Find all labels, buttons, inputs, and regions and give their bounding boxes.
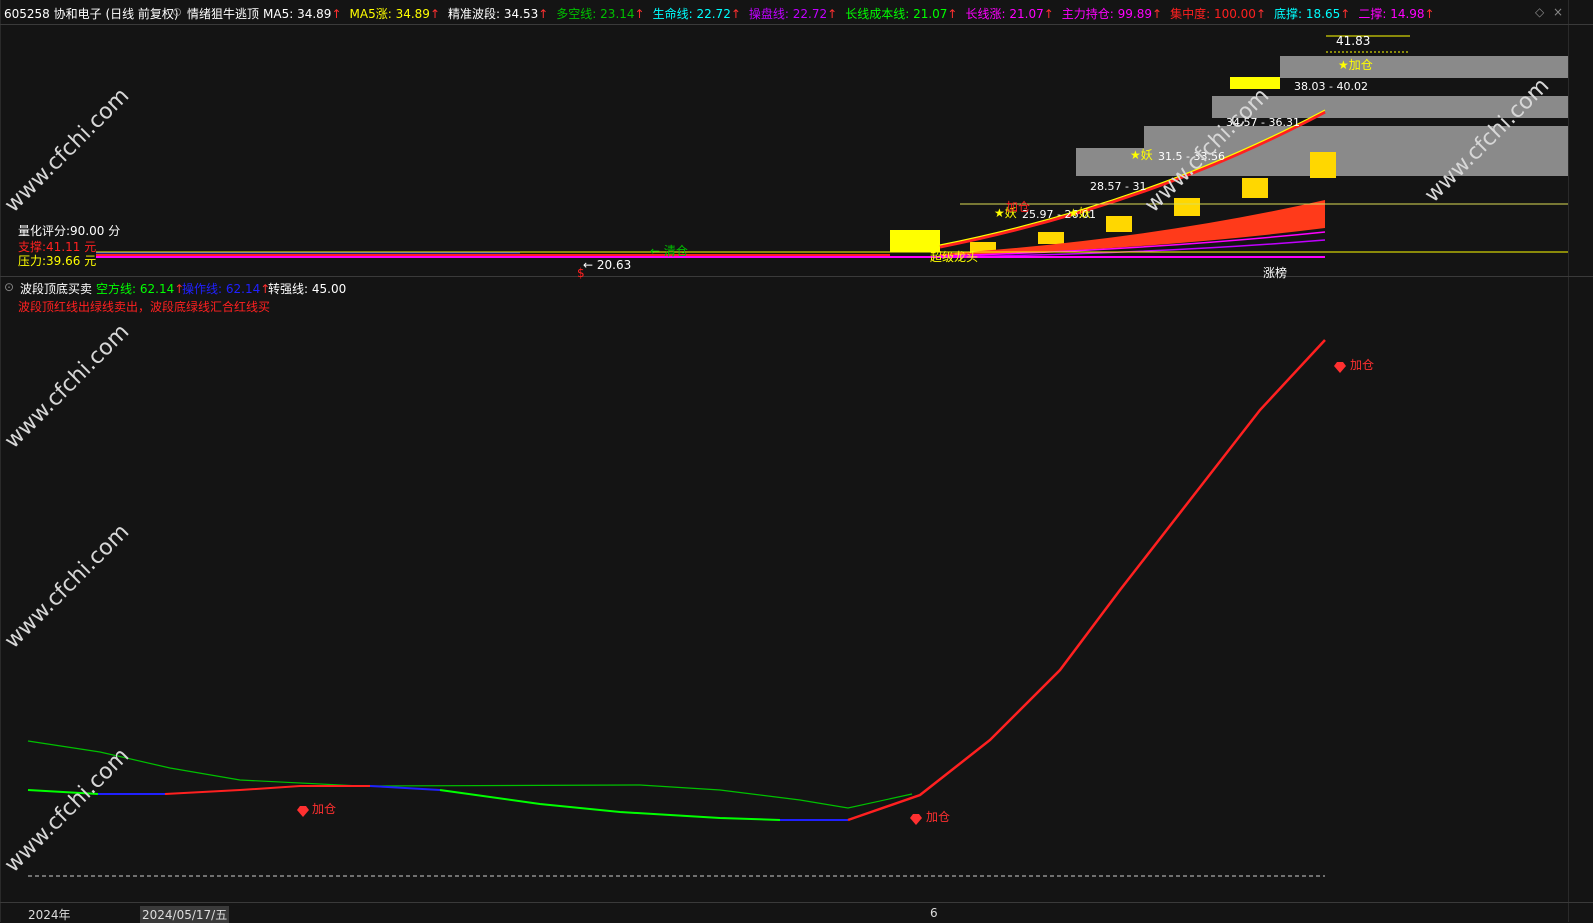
caozuo-line xyxy=(369,785,441,791)
jiacang-marker: 加仓 xyxy=(926,810,951,824)
caozuo-line xyxy=(847,339,1326,822)
kongfang-value: 空方线: 62.14↑ xyxy=(96,282,185,296)
date-cursor[interactable]: 2024/05/17/五 xyxy=(140,906,230,923)
month-label: 6 xyxy=(930,906,938,920)
kongfang-line xyxy=(27,740,913,809)
sub-note: 波段顶红线出绿线卖出，波段底绿线汇合红线买 xyxy=(18,300,271,314)
date-axis: 2024年 2024/05/17/五 6 xyxy=(0,902,1593,923)
caozuo-value: 操作线: 62.14↑ xyxy=(182,282,271,296)
year-label: 2024年 xyxy=(28,908,71,922)
yao-tag: ★妖 xyxy=(1130,148,1153,162)
chart-canvas xyxy=(27,35,1568,877)
jiacang-tag: 加仓 xyxy=(1006,200,1031,214)
signal-bar xyxy=(1242,178,1268,198)
range-label: 38.03 - 40.02 xyxy=(1294,80,1368,93)
pressure-label: 压力:39.66 元 xyxy=(18,254,97,268)
score-label: 量化评分:90.00 分 xyxy=(18,224,121,238)
caozuo-line xyxy=(164,785,370,795)
resistance-box xyxy=(1280,56,1568,78)
jiacang-tag: ★加仓 xyxy=(1338,58,1373,72)
gem-icon xyxy=(1334,362,1346,373)
yao-tag: ★妖 xyxy=(1068,206,1091,220)
caozuo-line xyxy=(439,789,781,821)
signal-bar xyxy=(1174,198,1200,216)
signal-bar xyxy=(1310,152,1336,178)
price-low: ← 20.63 xyxy=(583,258,632,272)
range-label: 28.57 - 31 xyxy=(1090,180,1147,193)
gem-icon xyxy=(297,806,309,817)
price-high: 41.83 xyxy=(1336,34,1371,48)
zhuanqiang-value: 转强线: 45.00 xyxy=(268,282,347,296)
signal-bar xyxy=(1106,216,1132,232)
collapse-icon[interactable]: ⊙ xyxy=(4,280,14,294)
qingcang-label: ← 清仓 xyxy=(650,244,688,258)
jiacang-marker: 加仓 xyxy=(312,802,337,816)
zhangting-label: 涨榜 xyxy=(1263,266,1288,280)
right-axis xyxy=(1568,0,1569,922)
jiacang-marker: 加仓 xyxy=(1350,358,1375,372)
dollar-marker: $ xyxy=(577,266,585,280)
sub-title[interactable]: 波段顶底买卖 xyxy=(20,280,92,297)
chaosu-label: 超级龙头 xyxy=(930,250,979,264)
signal-bar xyxy=(1038,232,1064,244)
gem-icon xyxy=(910,814,922,825)
